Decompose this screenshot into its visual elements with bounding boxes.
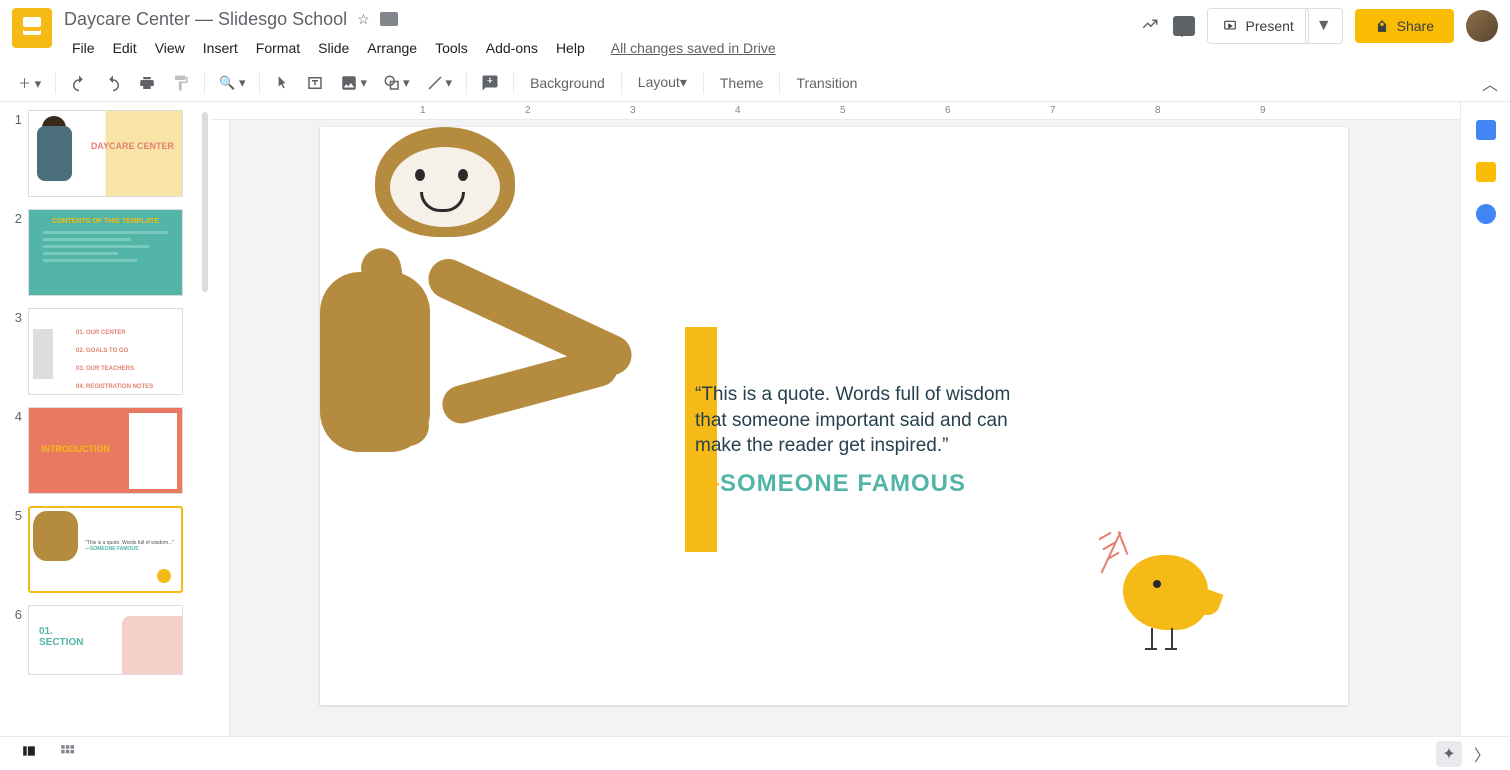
keep-icon[interactable] — [1476, 162, 1496, 182]
calendar-icon[interactable] — [1476, 120, 1496, 140]
monkey-image[interactable] — [320, 117, 660, 517]
menu-insert[interactable]: Insert — [195, 36, 246, 60]
slide-panel[interactable]: 1 DAYCARE CENTER 2 CONTENTS OF THIS TEMP… — [0, 102, 210, 736]
slide-thumb-5[interactable]: "This is a quote. Words full of wisdom..… — [28, 506, 183, 593]
quote-text[interactable]: “This is a quote. Words full of wisdom t… — [695, 382, 1025, 459]
present-dropdown[interactable]: ▼ — [1305, 8, 1343, 44]
menu-view[interactable]: View — [147, 36, 193, 60]
slide-thumb-2[interactable]: CONTENTS OF THIS TEMPLATE — [28, 209, 183, 296]
slide-thumb-6[interactable]: 01.SECTION — [28, 605, 183, 675]
layout-button[interactable]: Layout▾ — [630, 70, 695, 95]
folder-icon[interactable] — [380, 12, 398, 26]
zoom-button[interactable]: 🔍 ▾ — [213, 71, 251, 95]
menu-file[interactable]: File — [64, 36, 103, 60]
present-label: Present — [1246, 18, 1294, 34]
shape-tool[interactable]: ▾ — [377, 70, 416, 96]
svg-text:+: + — [487, 74, 493, 86]
menu-slide[interactable]: Slide — [310, 36, 357, 60]
new-slide-button[interactable]: ＋ ▾ — [12, 69, 47, 96]
activity-icon[interactable] — [1139, 15, 1161, 38]
print-button[interactable] — [132, 70, 162, 96]
canvas-area[interactable]: 1 2 3 4 5 6 7 8 9 “This is a quote. Wo — [210, 102, 1460, 736]
slide-thumb-4[interactable]: INTRODUCTION — [28, 407, 183, 494]
paint-format-button[interactable] — [166, 70, 196, 96]
slide-thumb-1[interactable]: DAYCARE CENTER — [28, 110, 183, 197]
scrollbar[interactable] — [202, 112, 208, 292]
slides-logo-icon[interactable] — [12, 8, 52, 48]
image-tool[interactable]: ▾ — [334, 70, 373, 96]
filmstrip-view-icon[interactable] — [20, 744, 38, 763]
slide-number: 2 — [8, 209, 28, 296]
explore-button[interactable]: ✦ — [1436, 741, 1462, 767]
slide-number: 4 — [8, 407, 28, 494]
redo-button[interactable] — [98, 70, 128, 96]
textbox-tool[interactable] — [300, 70, 330, 96]
menu-format[interactable]: Format — [248, 36, 308, 60]
user-avatar[interactable] — [1466, 10, 1498, 42]
save-status[interactable]: All changes saved in Drive — [611, 40, 776, 56]
grid-view-icon[interactable] — [58, 744, 76, 763]
menu-arrange[interactable]: Arrange — [359, 36, 425, 60]
select-tool[interactable] — [268, 71, 296, 95]
undo-button[interactable] — [64, 70, 94, 96]
slide-number: 5 — [8, 506, 28, 593]
chick-graphic[interactable] — [1103, 530, 1213, 650]
share-button[interactable]: Share — [1355, 9, 1454, 43]
share-label: Share — [1397, 18, 1434, 34]
tasks-icon[interactable] — [1476, 204, 1496, 224]
menu-tools[interactable]: Tools — [427, 36, 476, 60]
quote-author[interactable]: —SOMEONE FAMOUS — [695, 470, 966, 498]
side-panel — [1460, 102, 1510, 736]
line-tool[interactable]: ▾ — [420, 70, 459, 96]
expand-sidepanel-icon[interactable]: 〉 — [1474, 742, 1490, 766]
background-button[interactable]: Background — [522, 71, 613, 95]
star-icon[interactable]: ☆ — [357, 11, 370, 28]
menu-edit[interactable]: Edit — [105, 36, 145, 60]
menu-help[interactable]: Help — [548, 36, 593, 60]
document-title[interactable]: Daycare Center — Slidesgo School — [64, 9, 347, 30]
slide-canvas[interactable]: “This is a quote. Words full of wisdom t… — [320, 127, 1348, 705]
slide-thumb-3[interactable]: 01. OUR CENTER02. GOALS TO GO 03. OUR TE… — [28, 308, 183, 395]
menu-addons[interactable]: Add-ons — [478, 36, 546, 60]
theme-button[interactable]: Theme — [712, 71, 772, 95]
collapse-toolbar-icon[interactable]: ︿ — [1482, 71, 1498, 95]
comments-icon[interactable] — [1173, 16, 1195, 36]
slide-number: 6 — [8, 605, 28, 675]
slide-number: 1 — [8, 110, 28, 197]
vertical-ruler — [210, 120, 230, 736]
comment-tool[interactable]: + — [475, 70, 505, 96]
slide-number: 3 — [8, 308, 28, 395]
present-button[interactable]: Present — [1207, 8, 1309, 44]
transition-button[interactable]: Transition — [788, 71, 865, 95]
